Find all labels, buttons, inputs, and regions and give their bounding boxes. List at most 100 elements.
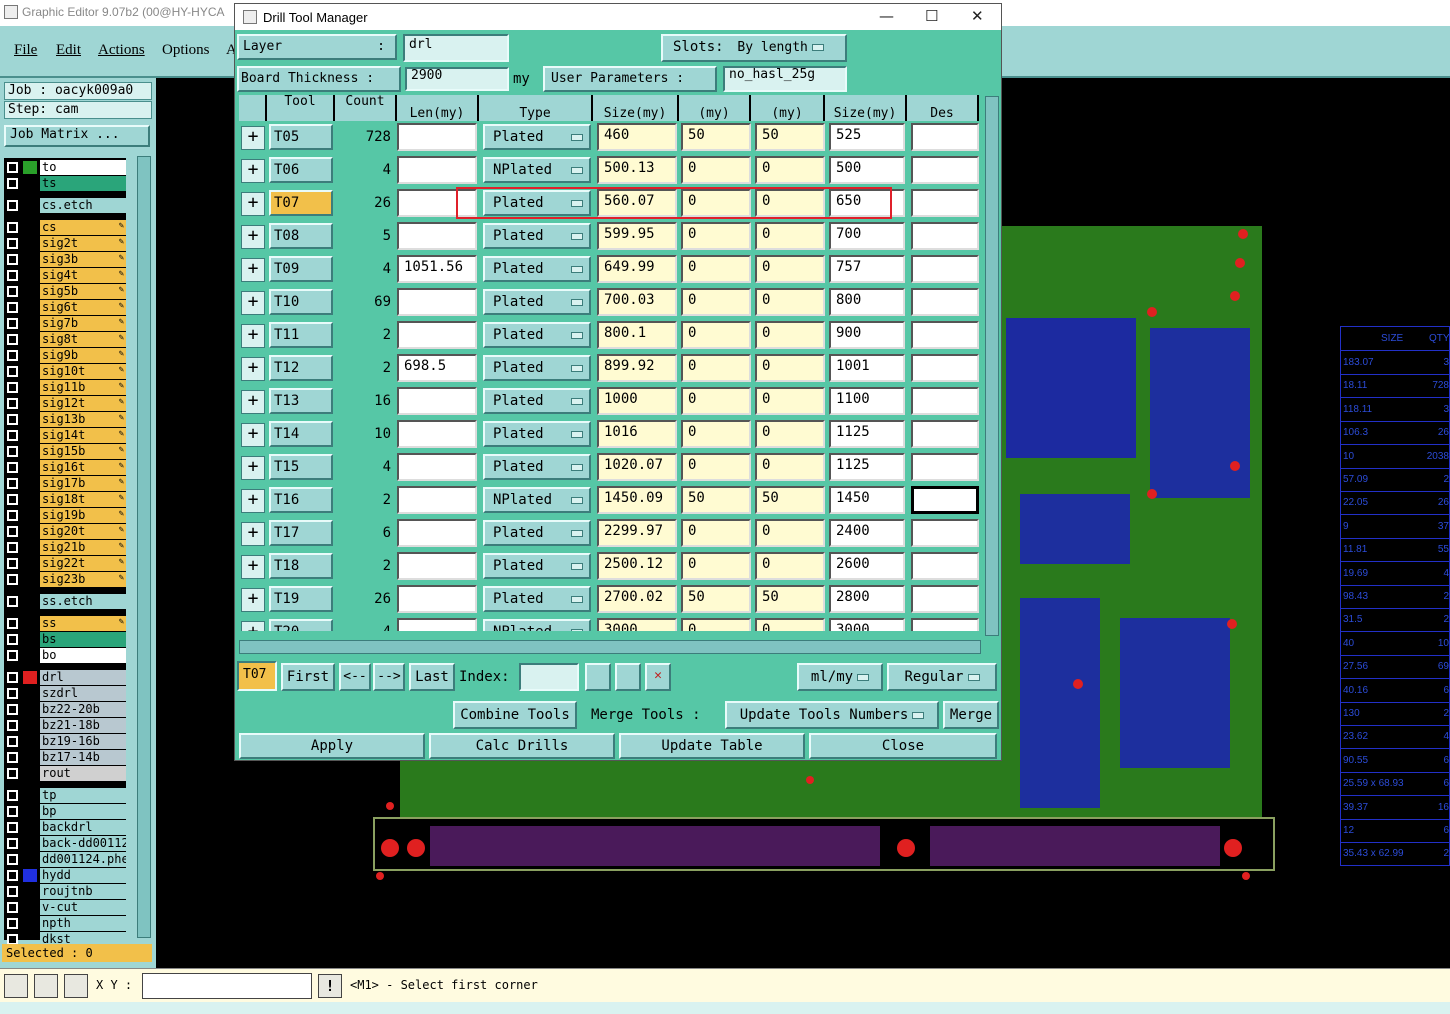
tool-size-field[interactable]: 2500.12 <box>597 552 677 580</box>
layer-name[interactable]: roujtnb <box>40 884 126 899</box>
delete-icon[interactable]: ✕ <box>645 663 671 691</box>
layer-row[interactable]: ts <box>4 176 126 191</box>
tool-fsize-field[interactable]: 1125 <box>829 453 905 481</box>
tool-name-button[interactable]: T15 <box>269 454 333 480</box>
merge-button[interactable]: Merge <box>943 701 999 729</box>
layer-name[interactable]: back-dd00112 <box>40 836 126 851</box>
layer-name[interactable]: sig13b <box>40 412 126 427</box>
layer-row[interactable]: sig15b ✎ <box>4 444 126 459</box>
layer-row[interactable]: sig14t ✎ <box>4 428 126 443</box>
layer-row[interactable]: sig13b ✎ <box>4 412 126 427</box>
slot-length-field[interactable] <box>397 222 477 250</box>
layer-row[interactable]: sig5b ✎ <box>4 284 126 299</box>
tool-row[interactable]: + T13 16 Plated 1000 0 0 1100 <box>239 385 979 418</box>
layer-name[interactable]: sig16t <box>40 460 126 475</box>
layer-checkbox[interactable] <box>7 382 18 393</box>
tool-tm-field[interactable]: 0 <box>755 387 825 415</box>
tool-fsize-field[interactable]: 700 <box>829 222 905 250</box>
layer-row[interactable]: dd001124.phe <box>4 852 126 867</box>
layer-row[interactable]: tp <box>4 788 126 803</box>
layer-name[interactable]: bz17-14b <box>40 750 126 765</box>
layer-list-scrollbar[interactable] <box>137 156 151 938</box>
description-field[interactable] <box>911 189 979 217</box>
layer-name[interactable]: sig23b <box>40 572 126 587</box>
tool-tp-field[interactable]: 0 <box>681 321 751 349</box>
layer-checkbox[interactable] <box>7 510 18 521</box>
tool-name-button[interactable]: T06 <box>269 157 333 183</box>
expand-icon[interactable]: + <box>241 423 265 447</box>
tool-row[interactable]: + T10 69 Plated 700.03 0 0 800 <box>239 286 979 319</box>
layer-row[interactable]: hydd <box>4 868 126 883</box>
tool-tm-field[interactable]: 0 <box>755 519 825 547</box>
slot-length-field[interactable] <box>397 189 477 217</box>
tool-tm-field[interactable]: 0 <box>755 321 825 349</box>
tool-tp-field[interactable]: 50 <box>681 123 751 151</box>
layer-name[interactable]: bo <box>40 648 126 663</box>
layer-checkbox[interactable] <box>7 178 18 189</box>
user-parameters-button[interactable]: User Parameters : <box>543 66 717 92</box>
layer-name[interactable]: ss.etch <box>40 594 126 609</box>
layer-name[interactable]: bz19-16b <box>40 734 126 749</box>
layer-checkbox[interactable] <box>7 430 18 441</box>
tool-tm-field[interactable]: 50 <box>755 585 825 613</box>
layer-row[interactable]: ss ✎ <box>4 616 126 631</box>
layer-name[interactable]: sig21b <box>40 540 126 555</box>
layer-row[interactable]: sig22t ✎ <box>4 556 126 571</box>
layer-checkbox[interactable] <box>7 302 18 313</box>
description-field[interactable] <box>911 486 979 514</box>
tool-name-button[interactable]: T20 <box>269 619 333 631</box>
close-icon[interactable]: ✕ <box>971 7 984 25</box>
layer-row[interactable]: sig7b ✎ <box>4 316 126 331</box>
tool-tp-field[interactable]: 0 <box>681 156 751 184</box>
tool-name-button[interactable]: T14 <box>269 421 333 447</box>
column-header[interactable]: Size(my) <box>593 95 679 121</box>
tool-fsize-field[interactable]: 900 <box>829 321 905 349</box>
tool-size-field[interactable]: 1000 <box>597 387 677 415</box>
layer-checkbox[interactable] <box>7 446 18 457</box>
layer-checkbox[interactable] <box>7 918 18 929</box>
tool-tm-field[interactable]: 0 <box>755 255 825 283</box>
type-dropdown[interactable]: Plated <box>483 553 591 579</box>
column-header[interactable]: Type <box>479 95 593 121</box>
layer-name[interactable]: sig17b <box>40 476 126 491</box>
layer-row[interactable]: sig4t ✎ <box>4 268 126 283</box>
tool-fsize-field[interactable]: 500 <box>829 156 905 184</box>
tool-tm-field[interactable]: 0 <box>755 453 825 481</box>
layer-row[interactable]: sig3b ✎ <box>4 252 126 267</box>
tool-size-field[interactable]: 700.03 <box>597 288 677 316</box>
tool-fsize-field[interactable]: 2800 <box>829 585 905 613</box>
layer-checkbox[interactable] <box>7 886 18 897</box>
layer-checkbox[interactable] <box>7 634 18 645</box>
type-dropdown[interactable]: Plated <box>483 322 591 348</box>
layer-checkbox[interactable] <box>7 162 18 173</box>
tool-fsize-field[interactable]: 2400 <box>829 519 905 547</box>
tool-row[interactable]: + T12 2 698.5 Plated 899.92 0 0 1001 <box>239 352 979 385</box>
layer-row[interactable]: back-dd00112 <box>4 836 126 851</box>
tool-name-button[interactable]: T05 <box>269 124 333 150</box>
description-field[interactable] <box>911 387 979 415</box>
table-vertical-scrollbar[interactable] <box>985 96 999 636</box>
tool-fsize-field[interactable]: 3000 <box>829 618 905 631</box>
layer-name[interactable]: sig15b <box>40 444 126 459</box>
layer-checkbox[interactable] <box>7 672 18 683</box>
warning-icon[interactable]: ! <box>318 974 342 998</box>
user-parameters-field[interactable]: no_hasl_25g <box>723 66 847 92</box>
layer-name[interactable]: sig5b <box>40 284 126 299</box>
tool-tm-field[interactable]: 50 <box>755 123 825 151</box>
tool-name-button[interactable]: T11 <box>269 322 333 348</box>
tool-tm-field[interactable]: 0 <box>755 420 825 448</box>
type-dropdown[interactable]: Plated <box>483 190 591 216</box>
layer-name[interactable]: rout <box>40 766 126 781</box>
type-dropdown[interactable]: Plated <box>483 223 591 249</box>
layer-row[interactable]: sig21b ✎ <box>4 540 126 555</box>
type-dropdown[interactable]: Plated <box>483 520 591 546</box>
layer-row[interactable]: ss.etch <box>4 594 126 609</box>
expand-icon[interactable]: + <box>241 291 265 315</box>
calc-drills-button[interactable]: Calc Drills <box>429 733 615 759</box>
layer-name[interactable]: sig12t <box>40 396 126 411</box>
layer-checkbox[interactable] <box>7 318 18 329</box>
slot-length-field[interactable] <box>397 486 477 514</box>
description-field[interactable] <box>911 354 979 382</box>
layer-checkbox[interactable] <box>7 688 18 699</box>
layer-name[interactable]: szdrl <box>40 686 126 701</box>
